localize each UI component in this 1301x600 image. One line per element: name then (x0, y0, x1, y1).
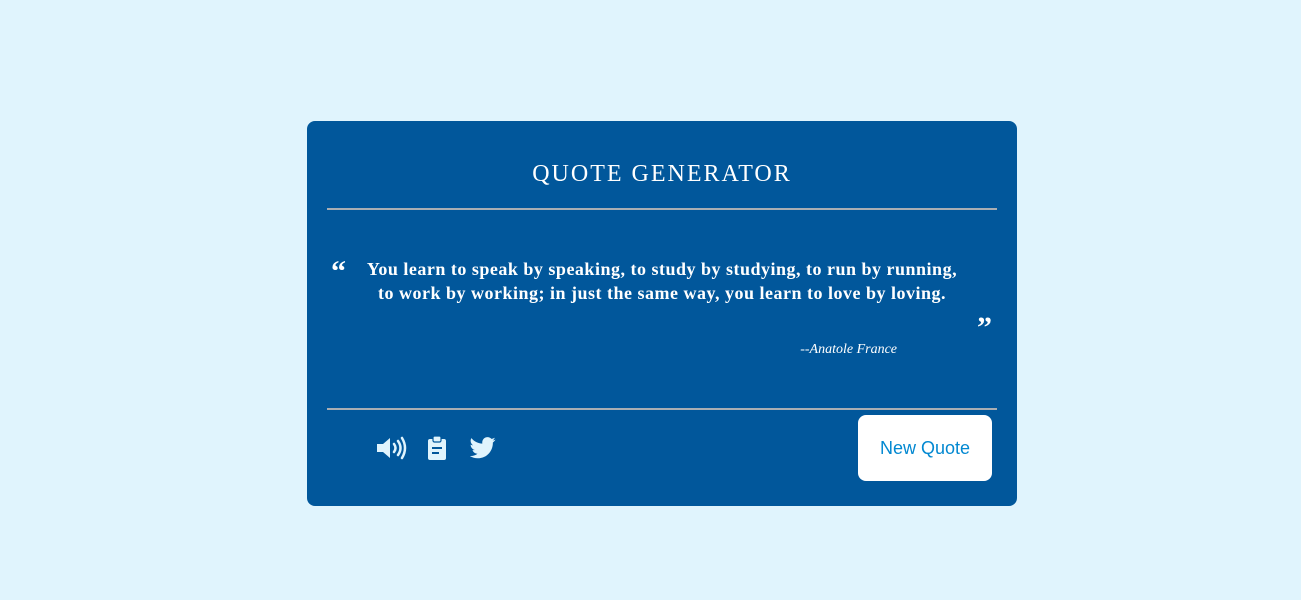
quote-author: --Anatole France (800, 342, 897, 357)
close-quote-icon: ” (977, 311, 992, 344)
action-icons (375, 433, 499, 463)
new-quote-button[interactable]: New Quote (858, 415, 992, 481)
quote-text: You learn to speak by speaking, to study… (366, 259, 958, 303)
quote-card: QUOTE GENERATOR “ You learn to speak by … (307, 121, 1017, 506)
top-divider (327, 208, 997, 210)
bottom-divider (327, 408, 997, 410)
clipboard-icon[interactable] (421, 433, 453, 463)
app-title: QUOTE GENERATOR (532, 161, 792, 187)
open-quote-icon: “ (331, 255, 346, 288)
speaker-icon[interactable] (375, 433, 407, 463)
twitter-icon[interactable] (467, 433, 499, 463)
